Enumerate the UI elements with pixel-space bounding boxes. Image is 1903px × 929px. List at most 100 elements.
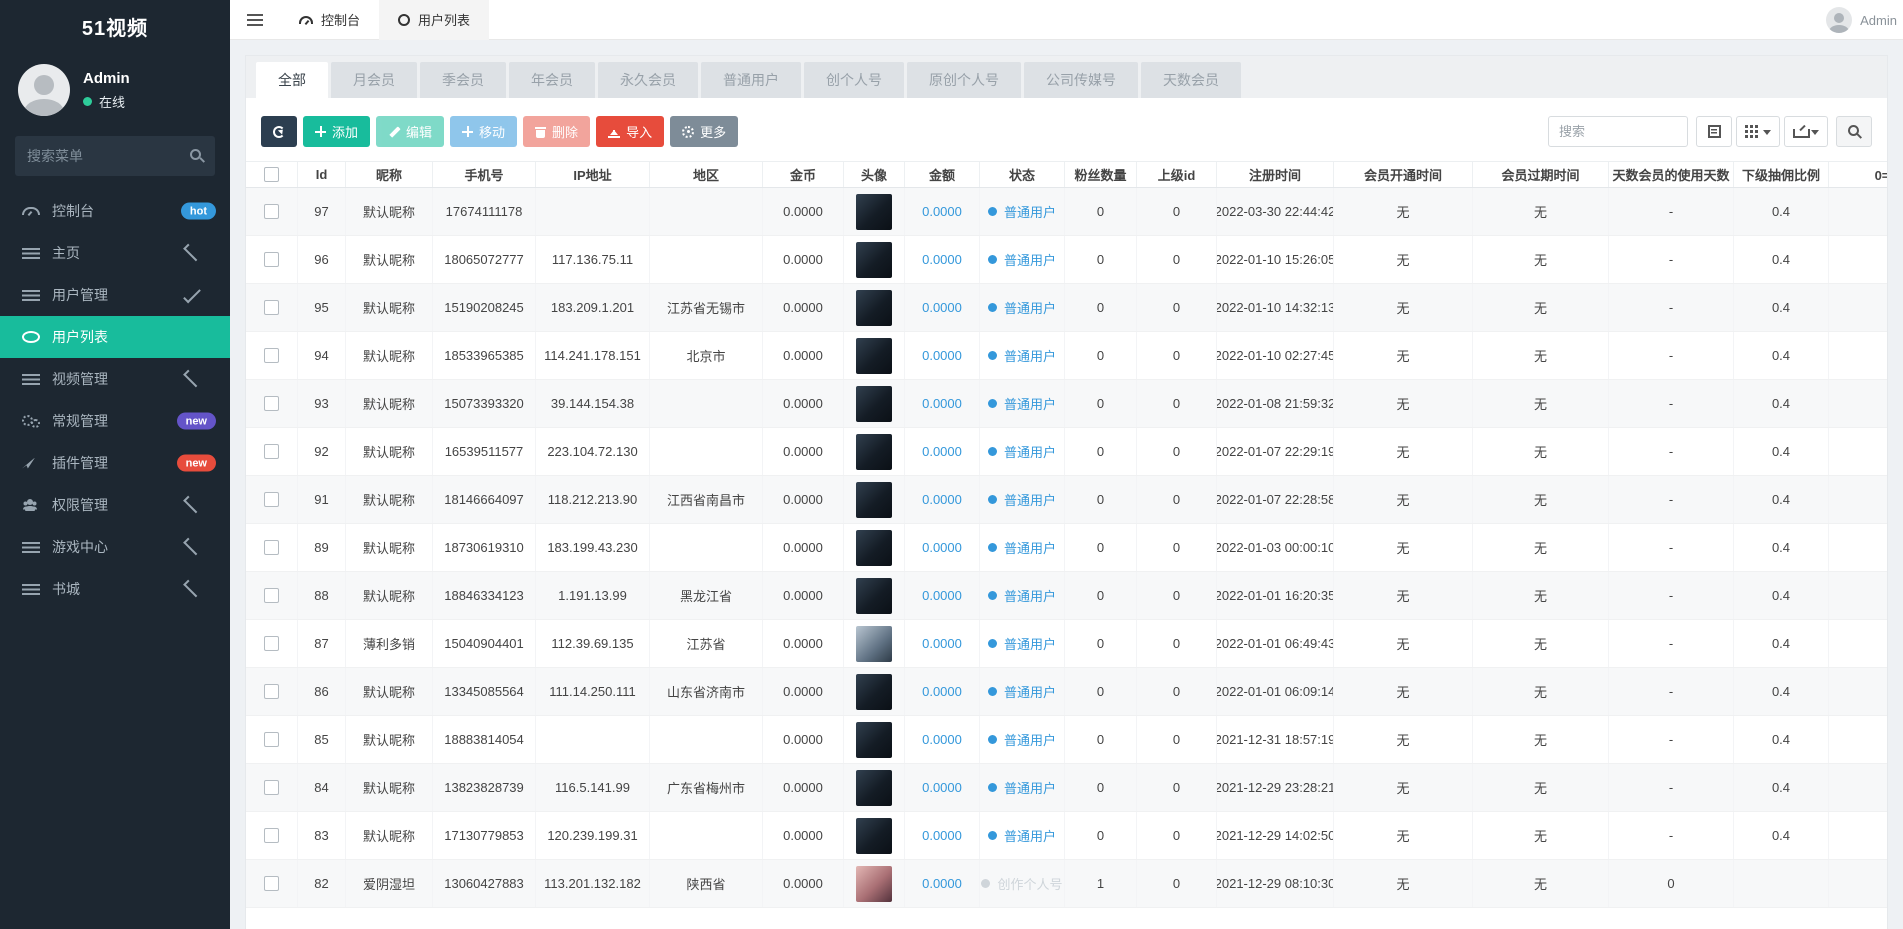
row-checkbox[interactable]: [264, 780, 279, 795]
status-badge[interactable]: 普通用户: [988, 826, 1056, 845]
status-badge[interactable]: 普通用户: [988, 250, 1056, 269]
more-button[interactable]: 更多: [670, 116, 738, 147]
user-avatar-image[interactable]: [856, 242, 892, 278]
user-avatar-image[interactable]: [856, 482, 892, 518]
status-badge[interactable]: 普通用户: [988, 346, 1056, 365]
user-avatar-image[interactable]: [856, 290, 892, 326]
add-button[interactable]: 添加: [303, 116, 370, 147]
sidebar-item-videos[interactable]: 视频管理: [0, 358, 230, 400]
row-checkbox[interactable]: [264, 828, 279, 843]
filter-tab-all[interactable]: 全部: [256, 62, 328, 98]
filter-tab-creator[interactable]: 创个人号: [804, 62, 904, 98]
amount-link[interactable]: 0.0000: [922, 828, 962, 843]
delete-button[interactable]: 删除: [523, 116, 590, 147]
amount-link[interactable]: 0.0000: [922, 444, 962, 459]
sidebar-item-plugins[interactable]: 插件管理 new: [0, 442, 230, 484]
row-checkbox[interactable]: [264, 732, 279, 747]
sidebar-item-users[interactable]: 用户管理: [0, 274, 230, 316]
status-badge[interactable]: 普通用户: [988, 394, 1056, 413]
amount-link[interactable]: 0.0000: [922, 300, 962, 315]
amount-link[interactable]: 0.0000: [922, 252, 962, 267]
menu-search-input[interactable]: [15, 136, 215, 176]
amount-link[interactable]: 0.0000: [922, 780, 962, 795]
status-badge[interactable]: 普通用户: [988, 586, 1056, 605]
amount-link[interactable]: 0.0000: [922, 588, 962, 603]
sidebar-item-dashboard[interactable]: 控制台 hot: [0, 190, 230, 232]
filter-tab-forever[interactable]: 永久会员: [598, 62, 698, 98]
filter-tab-normal[interactable]: 普通用户: [701, 62, 801, 98]
row-checkbox[interactable]: [264, 684, 279, 699]
status-badge[interactable]: 普通用户: [988, 682, 1056, 701]
amount-link[interactable]: 0.0000: [922, 492, 962, 507]
user-avatar-image[interactable]: [856, 530, 892, 566]
export-button[interactable]: [1784, 116, 1828, 147]
row-checkbox[interactable]: [264, 540, 279, 555]
refresh-button[interactable]: [261, 116, 297, 147]
select-all-checkbox[interactable]: [264, 167, 279, 182]
sidebar-item-label: 权限管理: [52, 495, 108, 515]
sidebar-item-games[interactable]: 游戏中心: [0, 526, 230, 568]
filter-tab-company[interactable]: 公司传媒号: [1024, 62, 1138, 98]
tab-user-list[interactable]: 用户列表: [379, 0, 489, 40]
status-badge[interactable]: 普通用户: [988, 442, 1056, 461]
row-checkbox[interactable]: [264, 252, 279, 267]
sidebar-item-user-list[interactable]: 用户列表: [0, 316, 230, 358]
admin-avatar[interactable]: [18, 64, 70, 116]
user-avatar-image[interactable]: [856, 674, 892, 710]
status-badge[interactable]: 普通用户: [988, 778, 1056, 797]
user-avatar-image[interactable]: [856, 578, 892, 614]
import-button[interactable]: 导入: [596, 116, 664, 147]
user-avatar-image[interactable]: [856, 434, 892, 470]
topbar-user-menu[interactable]: Admin: [1826, 0, 1897, 40]
status-badge[interactable]: 普通用户: [988, 730, 1056, 749]
sidebar-item-bookstore[interactable]: 书城: [0, 568, 230, 610]
status-badge[interactable]: 普通用户: [988, 634, 1056, 653]
status-badge[interactable]: 普通用户: [988, 490, 1056, 509]
row-checkbox[interactable]: [264, 204, 279, 219]
amount-link[interactable]: 0.0000: [922, 540, 962, 555]
status-badge[interactable]: 普通用户: [988, 298, 1056, 317]
filter-tab-monthly[interactable]: 月会员: [331, 62, 417, 98]
status-badge[interactable]: 创作个人号: [981, 874, 1062, 893]
table-search-input[interactable]: [1548, 116, 1688, 147]
user-avatar-image[interactable]: [856, 338, 892, 374]
amount-link[interactable]: 0.0000: [922, 876, 962, 891]
status-badge[interactable]: 普通用户: [988, 538, 1056, 557]
row-checkbox[interactable]: [264, 636, 279, 651]
user-avatar-image[interactable]: [856, 722, 892, 758]
amount-link[interactable]: 0.0000: [922, 396, 962, 411]
move-button[interactable]: 移动: [450, 116, 517, 147]
status-badge[interactable]: 普通用户: [988, 202, 1056, 221]
user-avatar-image[interactable]: [856, 386, 892, 422]
filter-tab-original[interactable]: 原创个人号: [907, 62, 1021, 98]
tab-dashboard[interactable]: 控制台: [280, 0, 379, 40]
row-checkbox[interactable]: [264, 876, 279, 891]
sidebar-item-home[interactable]: 主页: [0, 232, 230, 274]
row-checkbox[interactable]: [264, 444, 279, 459]
search-submit-button[interactable]: [1836, 116, 1872, 147]
amount-link[interactable]: 0.0000: [922, 348, 962, 363]
columns-toggle-button[interactable]: [1736, 116, 1780, 147]
sidebar-item-auth[interactable]: 权限管理: [0, 484, 230, 526]
row-checkbox[interactable]: [264, 348, 279, 363]
detail-view-button[interactable]: [1696, 116, 1732, 147]
amount-link[interactable]: 0.0000: [922, 204, 962, 219]
user-avatar-image[interactable]: [856, 770, 892, 806]
edit-button[interactable]: 编辑: [376, 116, 444, 147]
amount-link[interactable]: 0.0000: [922, 732, 962, 747]
row-checkbox[interactable]: [264, 300, 279, 315]
user-avatar-image[interactable]: [856, 818, 892, 854]
amount-link[interactable]: 0.0000: [922, 684, 962, 699]
amount-link[interactable]: 0.0000: [922, 636, 962, 651]
row-checkbox[interactable]: [264, 396, 279, 411]
sidebar-item-general[interactable]: 常规管理 new: [0, 400, 230, 442]
row-checkbox[interactable]: [264, 588, 279, 603]
user-avatar-image[interactable]: [856, 194, 892, 230]
filter-tab-days[interactable]: 天数会员: [1141, 62, 1241, 98]
user-avatar-image[interactable]: [856, 866, 892, 902]
sidebar-toggle-button[interactable]: [230, 0, 280, 40]
filter-tab-季[interactable]: 季会员: [420, 62, 506, 98]
row-checkbox[interactable]: [264, 492, 279, 507]
filter-tab-yearly[interactable]: 年会员: [509, 62, 595, 98]
user-avatar-image[interactable]: [856, 626, 892, 662]
